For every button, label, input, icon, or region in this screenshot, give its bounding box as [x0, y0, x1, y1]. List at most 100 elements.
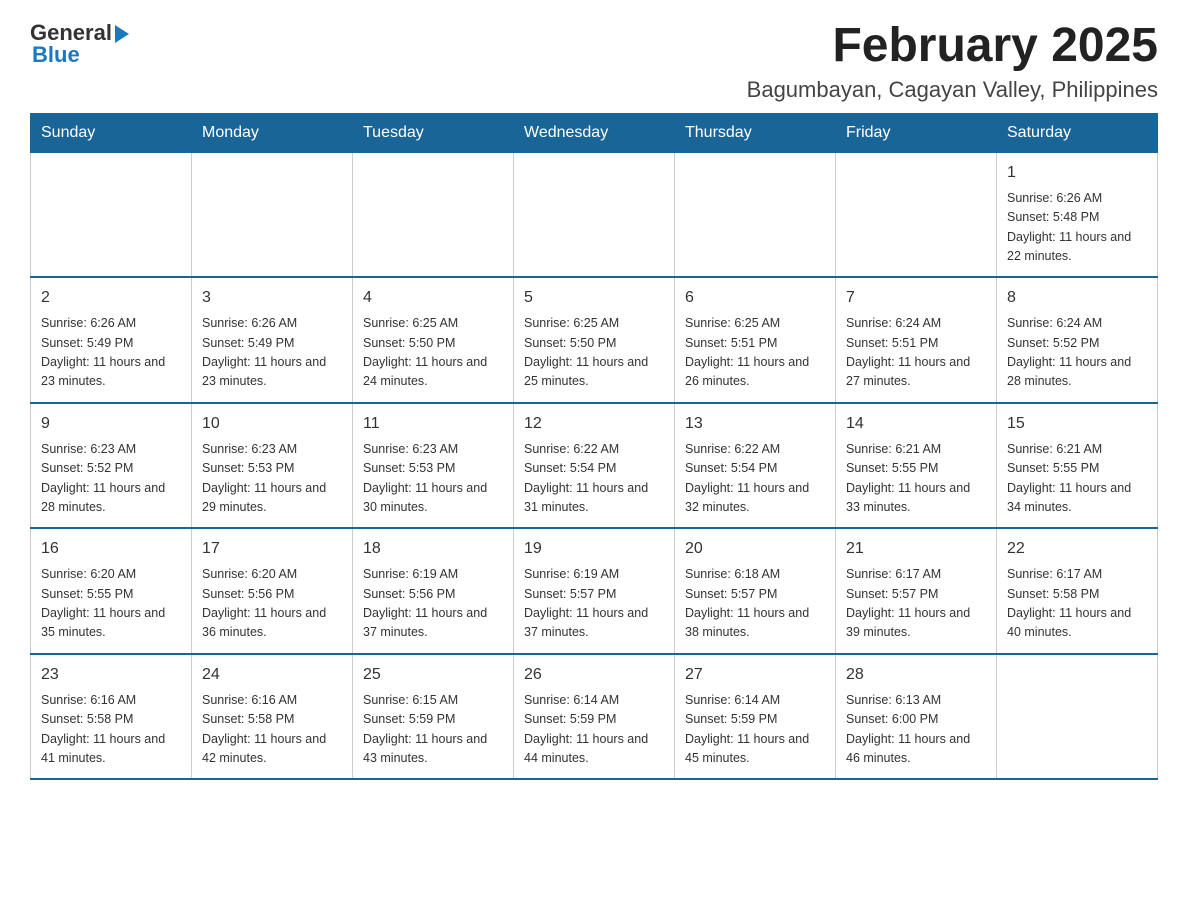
day-number: 21: [846, 537, 986, 561]
calendar-cell: 11Sunrise: 6:23 AMSunset: 5:53 PMDayligh…: [353, 403, 514, 529]
day-info: Sunrise: 6:24 AMSunset: 5:52 PMDaylight:…: [1007, 314, 1147, 392]
weekday-header-friday: Friday: [836, 113, 997, 152]
day-info: Sunrise: 6:21 AMSunset: 5:55 PMDaylight:…: [846, 440, 986, 518]
day-number: 26: [524, 663, 664, 687]
calendar-cell: [353, 152, 514, 277]
day-number: 15: [1007, 412, 1147, 436]
day-number: 10: [202, 412, 342, 436]
day-number: 5: [524, 286, 664, 310]
calendar-week-row: 9 Sunrise: 6:23 AMSunset: 5:52 PMDaylight…: [31, 403, 1158, 529]
calendar-cell: 16 Sunrise: 6:20 AMSunset: 5:55 PMDayligh…: [31, 528, 192, 654]
calendar-cell: 20 Sunrise: 6:18 AMSunset: 5:57 PMDayligh…: [675, 528, 836, 654]
calendar-cell: [675, 152, 836, 277]
day-info: Sunrise: 6:18 AMSunset: 5:57 PMDaylight:…: [685, 565, 825, 643]
calendar-cell: 28 Sunrise: 6:13 AMSunset: 6:00 PMDayligh…: [836, 654, 997, 780]
day-info: Sunrise: 6:14 AMSunset: 5:59 PMDaylight:…: [524, 691, 664, 769]
day-number: 22: [1007, 537, 1147, 561]
page-header: General Blue February 2025 Bagumbayan, C…: [30, 20, 1158, 103]
day-number: 20: [685, 537, 825, 561]
day-info: Sunrise: 6:20 AMSunset: 5:56 PMDaylight:…: [202, 565, 342, 643]
weekday-header-sunday: Sunday: [31, 113, 192, 152]
day-info: Sunrise: 6:26 AMSunset: 5:48 PMDaylight:…: [1007, 189, 1147, 267]
day-info: Sunrise: 6:23 AMSunset: 5:53 PMDaylight:…: [202, 440, 342, 518]
calendar-cell: 8Sunrise: 6:24 AMSunset: 5:52 PMDaylight…: [997, 277, 1158, 403]
title-block: February 2025 Bagumbayan, Cagayan Valley…: [747, 20, 1158, 103]
calendar-week-row: 23 Sunrise: 6:16 AMSunset: 5:58 PMDayligh…: [31, 654, 1158, 780]
day-number: 14: [846, 412, 986, 436]
logo-blue-text: Blue: [30, 42, 80, 68]
calendar-cell: 12 Sunrise: 6:22 AMSunset: 5:54 PMDayligh…: [514, 403, 675, 529]
day-info: Sunrise: 6:24 AMSunset: 5:51 PMDaylight:…: [846, 314, 986, 392]
day-number: 28: [846, 663, 986, 687]
day-info: Sunrise: 6:15 AMSunset: 5:59 PMDaylight:…: [363, 691, 503, 769]
calendar-cell: 24 Sunrise: 6:16 AMSunset: 5:58 PMDayligh…: [192, 654, 353, 780]
calendar-cell: 2 Sunrise: 6:26 AMSunset: 5:49 PMDaylight…: [31, 277, 192, 403]
day-info: Sunrise: 6:19 AMSunset: 5:56 PMDaylight:…: [363, 565, 503, 643]
calendar-cell: 18 Sunrise: 6:19 AMSunset: 5:56 PMDayligh…: [353, 528, 514, 654]
day-info: Sunrise: 6:20 AMSunset: 5:55 PMDaylight:…: [41, 565, 181, 643]
day-info: Sunrise: 6:23 AMSunset: 5:53 PMDaylight:…: [363, 440, 503, 518]
day-info: Sunrise: 6:23 AMSunset: 5:52 PMDaylight:…: [41, 440, 181, 518]
calendar-cell: 15 Sunrise: 6:21 AMSunset: 5:55 PMDayligh…: [997, 403, 1158, 529]
day-number: 9: [41, 412, 181, 436]
calendar-cell: 14 Sunrise: 6:21 AMSunset: 5:55 PMDayligh…: [836, 403, 997, 529]
calendar-cell: 6 Sunrise: 6:25 AMSunset: 5:51 PMDaylight…: [675, 277, 836, 403]
day-number: 6: [685, 286, 825, 310]
day-info: Sunrise: 6:14 AMSunset: 5:59 PMDaylight:…: [685, 691, 825, 769]
day-info: Sunrise: 6:17 AMSunset: 5:58 PMDaylight:…: [1007, 565, 1147, 643]
calendar-cell: 27Sunrise: 6:14 AMSunset: 5:59 PMDayligh…: [675, 654, 836, 780]
day-info: Sunrise: 6:16 AMSunset: 5:58 PMDaylight:…: [41, 691, 181, 769]
page-subtitle: Bagumbayan, Cagayan Valley, Philippines: [747, 77, 1158, 103]
day-info: Sunrise: 6:19 AMSunset: 5:57 PMDaylight:…: [524, 565, 664, 643]
day-info: Sunrise: 6:25 AMSunset: 5:51 PMDaylight:…: [685, 314, 825, 392]
day-info: Sunrise: 6:22 AMSunset: 5:54 PMDaylight:…: [524, 440, 664, 518]
day-info: Sunrise: 6:22 AMSunset: 5:54 PMDaylight:…: [685, 440, 825, 518]
day-number: 17: [202, 537, 342, 561]
calendar-cell: 19 Sunrise: 6:19 AMSunset: 5:57 PMDayligh…: [514, 528, 675, 654]
day-info: Sunrise: 6:26 AMSunset: 5:49 PMDaylight:…: [41, 314, 181, 392]
day-info: Sunrise: 6:13 AMSunset: 6:00 PMDaylight:…: [846, 691, 986, 769]
day-number: 1: [1007, 161, 1147, 185]
day-info: Sunrise: 6:26 AMSunset: 5:49 PMDaylight:…: [202, 314, 342, 392]
weekday-header-monday: Monday: [192, 113, 353, 152]
calendar-cell: [31, 152, 192, 277]
day-number: 2: [41, 286, 181, 310]
day-info: Sunrise: 6:25 AMSunset: 5:50 PMDaylight:…: [524, 314, 664, 392]
calendar-cell: [192, 152, 353, 277]
day-number: 3: [202, 286, 342, 310]
day-number: 12: [524, 412, 664, 436]
weekday-header-wednesday: Wednesday: [514, 113, 675, 152]
calendar-week-row: 1 Sunrise: 6:26 AMSunset: 5:48 PMDaylight…: [31, 152, 1158, 277]
page-title: February 2025: [747, 20, 1158, 73]
day-info: Sunrise: 6:25 AMSunset: 5:50 PMDaylight:…: [363, 314, 503, 392]
calendar-cell: 13 Sunrise: 6:22 AMSunset: 5:54 PMDayligh…: [675, 403, 836, 529]
day-number: 19: [524, 537, 664, 561]
day-number: 23: [41, 663, 181, 687]
weekday-header-saturday: Saturday: [997, 113, 1158, 152]
weekday-header-tuesday: Tuesday: [353, 113, 514, 152]
day-number: 16: [41, 537, 181, 561]
day-number: 13: [685, 412, 825, 436]
calendar-cell: 1 Sunrise: 6:26 AMSunset: 5:48 PMDaylight…: [997, 152, 1158, 277]
logo-arrow-icon: [115, 25, 129, 43]
logo: General Blue: [30, 20, 129, 68]
calendar-cell: [836, 152, 997, 277]
weekday-header-thursday: Thursday: [675, 113, 836, 152]
calendar-cell: 9 Sunrise: 6:23 AMSunset: 5:52 PMDaylight…: [31, 403, 192, 529]
calendar-week-row: 2 Sunrise: 6:26 AMSunset: 5:49 PMDaylight…: [31, 277, 1158, 403]
calendar-cell: 26 Sunrise: 6:14 AMSunset: 5:59 PMDayligh…: [514, 654, 675, 780]
calendar-cell: [997, 654, 1158, 780]
calendar-cell: 17 Sunrise: 6:20 AMSunset: 5:56 PMDayligh…: [192, 528, 353, 654]
calendar-cell: [514, 152, 675, 277]
weekday-header-row: SundayMondayTuesdayWednesdayThursdayFrid…: [31, 113, 1158, 152]
day-info: Sunrise: 6:21 AMSunset: 5:55 PMDaylight:…: [1007, 440, 1147, 518]
calendar-cell: 5 Sunrise: 6:25 AMSunset: 5:50 PMDaylight…: [514, 277, 675, 403]
day-number: 18: [363, 537, 503, 561]
calendar-cell: 10 Sunrise: 6:23 AMSunset: 5:53 PMDayligh…: [192, 403, 353, 529]
calendar-table: SundayMondayTuesdayWednesdayThursdayFrid…: [30, 113, 1158, 781]
day-number: 24: [202, 663, 342, 687]
day-number: 7: [846, 286, 986, 310]
calendar-cell: 25Sunrise: 6:15 AMSunset: 5:59 PMDayligh…: [353, 654, 514, 780]
calendar-cell: 7 Sunrise: 6:24 AMSunset: 5:51 PMDaylight…: [836, 277, 997, 403]
day-info: Sunrise: 6:16 AMSunset: 5:58 PMDaylight:…: [202, 691, 342, 769]
